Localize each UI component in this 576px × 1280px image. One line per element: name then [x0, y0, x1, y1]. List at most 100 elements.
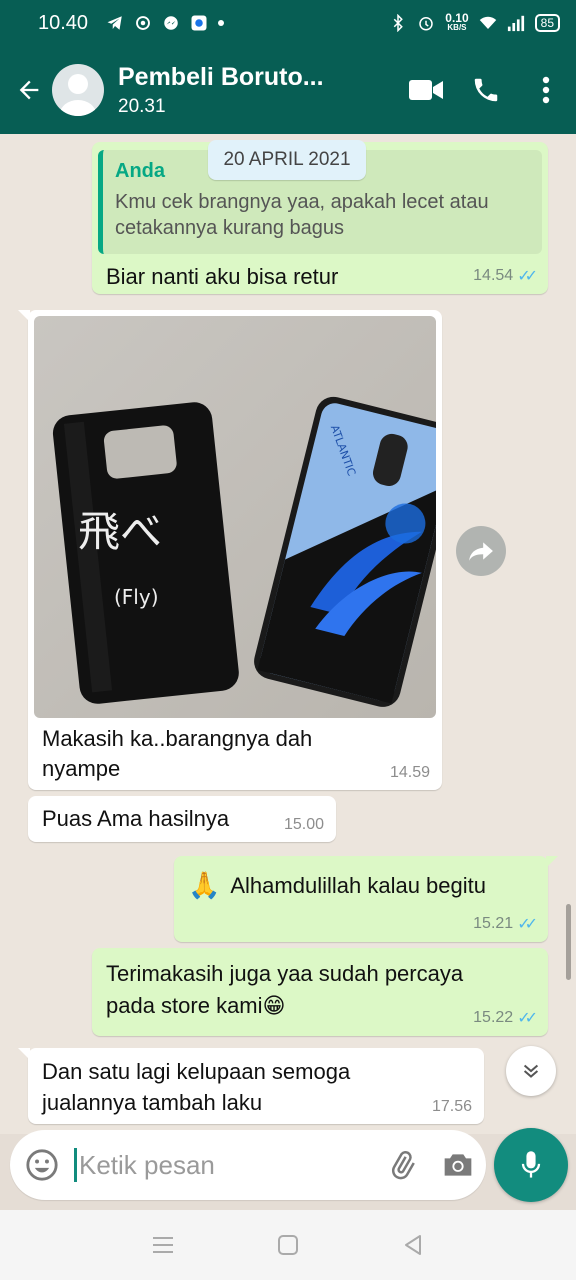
- back-button[interactable]: [393, 1225, 433, 1265]
- last-seen: 20.31: [118, 95, 166, 117]
- notification-icons: [106, 14, 225, 32]
- chevron-double-down-icon: [523, 1064, 539, 1078]
- message-incoming[interactable]: Puas Ama hasilnya 15.00: [28, 796, 336, 842]
- message-text: Terimakasih juga yaa sudah percaya pada …: [106, 958, 463, 1022]
- message-outgoing[interactable]: Terimakasih juga yaa sudah percaya pada …: [92, 948, 548, 1036]
- emoji-grin: 😁: [262, 993, 286, 1018]
- attach-button[interactable]: [374, 1135, 430, 1195]
- attach-icon: [391, 1151, 415, 1180]
- quote-line: Kmu cek brangnya yaa, apakah lecet atau: [115, 191, 489, 213]
- emoji-pray: 🙏: [188, 870, 221, 900]
- bubble-tail: [18, 1048, 30, 1060]
- message-meta: 14.59: [390, 764, 430, 782]
- message-text: Biar nanti aku bisa retur: [106, 264, 339, 289]
- message-time: 15.21: [473, 915, 514, 932]
- message-incoming-image[interactable]: 飛べ (Fly) ATLANTIC Makasih ka..barangnya …: [18, 310, 442, 790]
- chat-area[interactable]: Anda Kmu cek brangnya yaa, apakah lecet …: [0, 134, 576, 1134]
- message-photo[interactable]: 飛べ (Fly) ATLANTIC: [34, 316, 436, 718]
- message-text: Puas Ama hasilnya: [42, 806, 230, 831]
- message-time: 14.54: [473, 267, 514, 284]
- message-line: pada store kami😁: [106, 990, 463, 1022]
- message-time: 15.22: [473, 1009, 514, 1026]
- message-composer: [10, 1130, 486, 1200]
- message-meta: 15.21 ✓✓: [473, 914, 538, 934]
- read-ticks-icon: ✓✓: [517, 268, 538, 285]
- system-nav-bar: [0, 1210, 576, 1280]
- scroll-to-bottom-button[interactable]: [506, 1046, 556, 1096]
- case-print-text: 飛べ: [78, 507, 162, 556]
- back-triangle-icon: [405, 1235, 422, 1255]
- message-outgoing[interactable]: 🙏 Alhamdulillah kalau begitu 15.21 ✓✓: [174, 856, 558, 942]
- bluetooth-icon: [389, 14, 407, 32]
- message-text: Makasih ka..barangnya dah nyampe: [42, 724, 312, 784]
- message-line: nyampe: [42, 756, 121, 781]
- message-line: jualannya tambah laku: [42, 1090, 263, 1115]
- message-meta: 15.00: [284, 816, 324, 834]
- bubble-tail: [546, 856, 558, 868]
- message-meta: 17.56: [432, 1098, 472, 1116]
- chat-scrollbar[interactable]: [566, 904, 571, 980]
- message-time: 14.59: [389, 764, 430, 781]
- more-notifications-dot: [218, 20, 225, 26]
- contact-name: Pembeli Boruto...: [118, 62, 324, 91]
- recents-button[interactable]: [143, 1225, 183, 1265]
- status-bar: 10.40 0.10 KB/S 85: [0, 0, 576, 46]
- message-meta: 14.54 ✓✓: [473, 266, 538, 286]
- message-line: Alhamdulillah kalau begitu: [230, 872, 486, 898]
- message-input[interactable]: [79, 1149, 339, 1181]
- voice-call-button[interactable]: [456, 60, 516, 120]
- wifi-icon: [479, 14, 497, 32]
- message-line-text: pada store kami: [106, 993, 263, 1018]
- message-incoming[interactable]: Dan satu lagi kelupaan semoga jualannya …: [18, 1048, 484, 1124]
- contact-info[interactable]: Pembeli Boruto... 20.31: [118, 63, 396, 118]
- net-speed-unit: KB/S: [447, 23, 467, 32]
- chat-header: Pembeli Boruto... 20.31: [0, 46, 576, 134]
- message-time: 15.00: [283, 816, 324, 833]
- message-input-wrap: [74, 1148, 374, 1182]
- home-square-icon: [277, 1235, 298, 1255]
- back-arrow-icon[interactable]: [6, 60, 52, 120]
- camera-icon: [444, 1154, 472, 1176]
- forward-icon: [469, 542, 493, 561]
- system-icons: 0.10 KB/S 85: [389, 11, 560, 33]
- net-speed-value: 0.10: [445, 11, 469, 25]
- forward-button[interactable]: [456, 526, 506, 576]
- signal-icon: [507, 14, 525, 32]
- read-ticks-icon: ✓✓: [517, 916, 538, 933]
- quote-line: cetakannya kurang bagus: [115, 217, 345, 239]
- mic-icon: [521, 1151, 541, 1178]
- alarm-icon: [417, 14, 435, 32]
- voice-record-button[interactable]: [494, 1128, 568, 1202]
- emoji-button[interactable]: [10, 1133, 74, 1197]
- menu-icon: [152, 1237, 173, 1253]
- message-line: Dan satu lagi kelupaan semoga: [42, 1059, 351, 1084]
- emoji-icon: [26, 1149, 58, 1181]
- more-options-button[interactable]: [516, 60, 576, 120]
- battery-indicator: 85: [534, 14, 560, 32]
- message-text: 🙏 Alhamdulillah kalau begitu: [188, 870, 486, 901]
- messenger-icon: [162, 14, 180, 32]
- text-cursor: [74, 1148, 77, 1182]
- more-icon: [542, 76, 550, 104]
- message-meta: 15.22 ✓✓: [473, 1008, 538, 1028]
- telegram-icon: [106, 14, 124, 32]
- bubble-tail: [18, 310, 30, 322]
- message-line: Makasih ka..barangnya dah: [42, 726, 313, 751]
- date-chip: 20 APRIL 2021: [208, 140, 366, 180]
- video-call-button[interactable]: [396, 60, 456, 120]
- app-badge-icon: [190, 14, 208, 32]
- video-call-icon: [409, 80, 443, 100]
- app-notification-icon: [134, 14, 152, 32]
- read-ticks-icon: ✓✓: [517, 1010, 538, 1027]
- quote-text: Kmu cek brangnya yaa, apakah lecet atau …: [115, 189, 530, 241]
- case-print-subtext: (Fly): [114, 585, 159, 609]
- net-speed: 0.10 KB/S: [445, 11, 469, 33]
- home-button[interactable]: [268, 1225, 308, 1265]
- status-time: 10.40: [38, 11, 89, 34]
- message-time: 17.56: [431, 1098, 472, 1115]
- avatar[interactable]: [52, 64, 104, 116]
- phone-icon: [474, 78, 498, 102]
- message-text: Dan satu lagi kelupaan semoga jualannya …: [42, 1056, 350, 1118]
- camera-button[interactable]: [430, 1135, 486, 1195]
- message-line: Terimakasih juga yaa sudah percaya: [106, 961, 464, 986]
